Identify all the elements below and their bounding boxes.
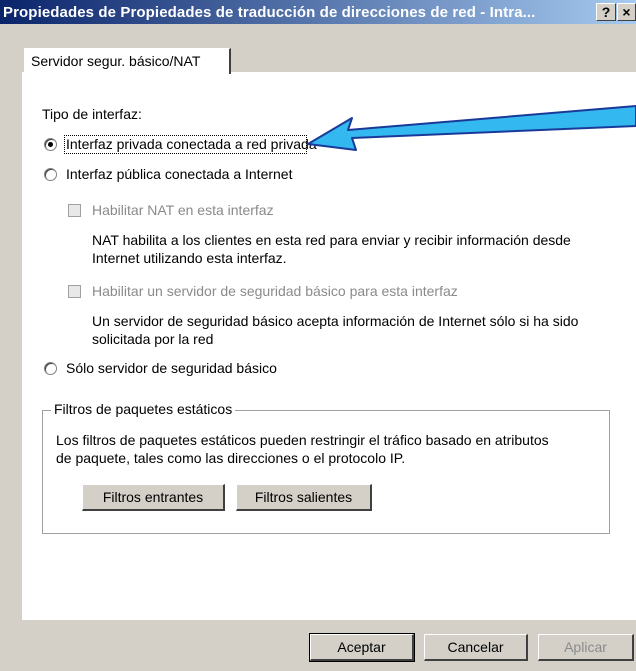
radio-private-interface-label[interactable]: Interfaz privada conectada a red privada <box>66 136 317 152</box>
help-button[interactable]: ? <box>596 3 616 21</box>
firewall-description-line1: Un servidor de seguridad básico acepta i… <box>92 313 579 329</box>
static-filters-description-line2: de paquete, tales como las direcciones o… <box>56 450 406 466</box>
close-button[interactable]: × <box>617 3 636 21</box>
cancel-button[interactable]: Cancelar <box>424 634 528 661</box>
static-filters-group <box>42 410 610 534</box>
static-filters-group-label: Filtros de paquetes estáticos <box>51 401 236 417</box>
static-filters-description-line1: Los filtros de paquetes estáticos pueden… <box>56 432 549 448</box>
checkbox-enable-nat-label[interactable]: Habilitar NAT en esta interfaz <box>92 202 274 218</box>
firewall-description-line2: solicitada por la red <box>92 331 214 347</box>
outbound-filters-button[interactable]: Filtros salientes <box>236 484 372 511</box>
checkbox-enable-firewall-label[interactable]: Habilitar un servidor de seguridad básic… <box>92 283 458 299</box>
ok-button[interactable]: Aceptar <box>309 633 415 662</box>
apply-button[interactable]: Aplicar <box>538 634 634 661</box>
checkbox-enable-nat[interactable] <box>68 204 81 217</box>
annotation-arrow-icon <box>307 105 636 151</box>
window-title: Propiedades de Propiedades de traducción… <box>3 3 536 21</box>
title-bar[interactable]: Propiedades de Propiedades de traducción… <box>0 0 636 24</box>
interface-type-label: Tipo de interfaz: <box>42 106 142 122</box>
inbound-filters-button[interactable]: Filtros entrantes <box>82 484 225 511</box>
tab-servidor-seguridad-nat[interactable]: Servidor segur. básico/NAT <box>24 48 231 74</box>
nat-description-line1: NAT habilita a los clientes en esta red … <box>92 232 571 248</box>
checkbox-enable-firewall[interactable] <box>68 285 81 298</box>
radio-firewall-only[interactable] <box>44 362 57 375</box>
radio-public-interface[interactable] <box>44 168 57 181</box>
radio-private-interface[interactable] <box>44 138 57 151</box>
radio-public-interface-label[interactable]: Interfaz pública conectada a Internet <box>66 166 292 182</box>
properties-dialog: Propiedades de Propiedades de traducción… <box>0 0 636 671</box>
radio-firewall-only-label[interactable]: Sólo servidor de seguridad básico <box>66 360 277 376</box>
nat-description-line2: Internet utilizando esta interfaz. <box>92 250 287 266</box>
